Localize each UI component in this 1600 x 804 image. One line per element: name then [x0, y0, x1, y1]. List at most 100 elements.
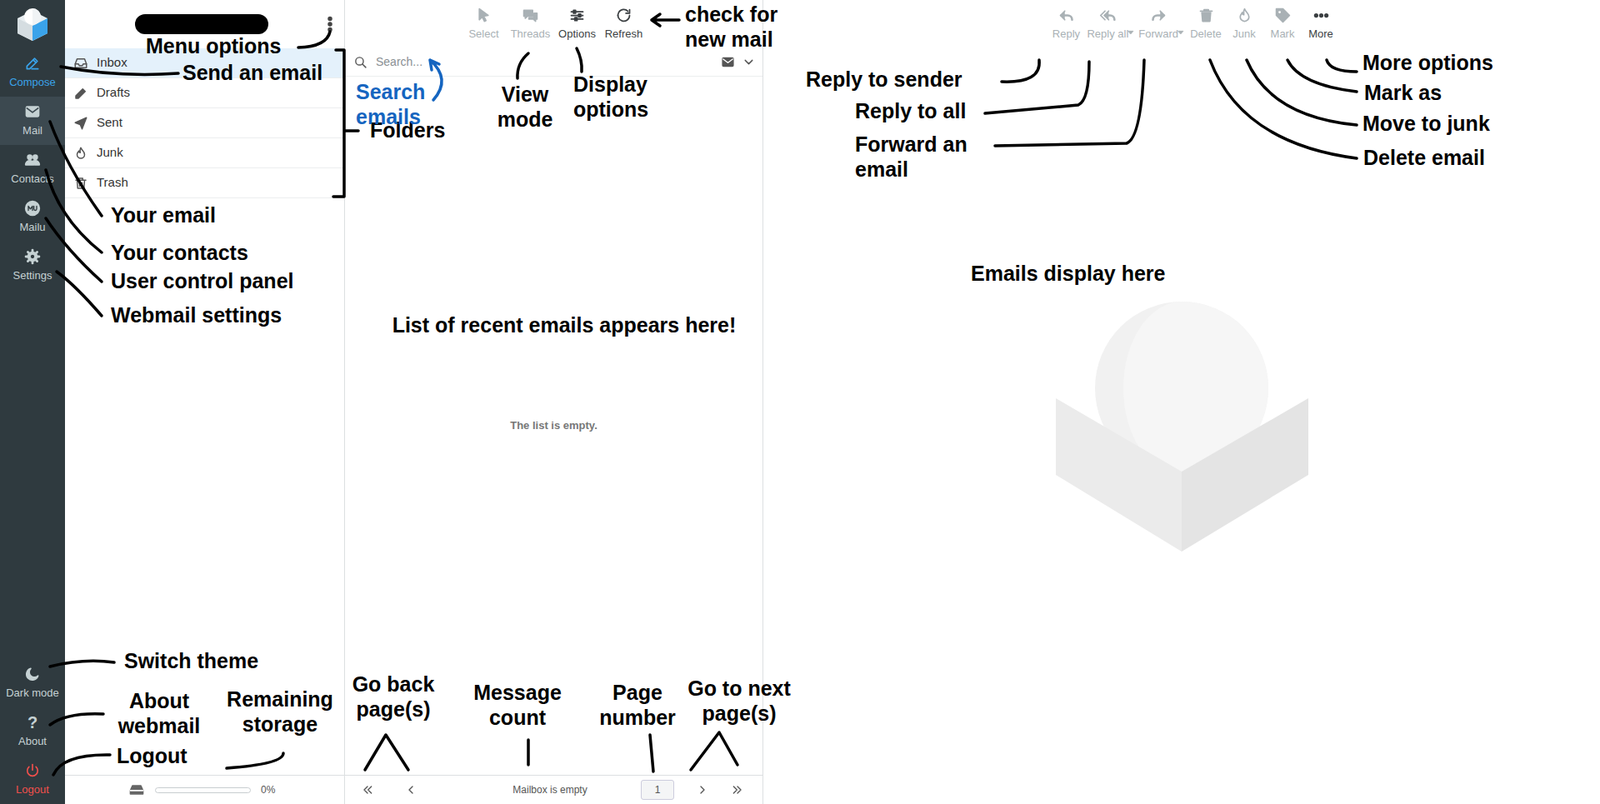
menu-item[interactable]: Mailu [0, 193, 65, 242]
folder-label: Trash [96, 173, 129, 193]
toolbar-button[interactable]: Delete [1186, 3, 1225, 46]
flame-icon [1235, 6, 1254, 25]
toolbar-group: More [1301, 3, 1340, 46]
chevron-down-icon[interactable] [741, 55, 756, 70]
menu-label: Contacts [10, 170, 54, 188]
folder-label: Junk [96, 143, 124, 163]
toolbar-button[interactable]: Forward [1136, 3, 1180, 46]
layout: Compose Mail Contacts Mailu Settings Dark mod… [0, 0, 1600, 804]
menu-item[interactable]: Contacts [0, 145, 65, 194]
annotation-label: Webmail settings [110, 302, 282, 328]
annotation-label: Move to junk [1362, 110, 1490, 136]
folder-item[interactable]: Junk [65, 138, 345, 169]
empty-mailbox-icon [1055, 301, 1309, 552]
search-input[interactable] [374, 52, 715, 72]
annotation-label: Delete email [1363, 145, 1485, 170]
toolbar-label: Threads [510, 25, 551, 43]
folder-list: Inbox Drafts Sent Junk Trash [65, 48, 345, 775]
toolbar-button[interactable]: Threads [507, 3, 555, 46]
forward-icon [1150, 6, 1168, 25]
annotation-label: check for new mail [685, 1, 823, 52]
drive-icon [128, 781, 145, 799]
toolbar-button[interactable]: Select [460, 3, 508, 46]
folder-item[interactable]: Trash [65, 168, 345, 199]
toolbar-group: Junk [1225, 3, 1264, 46]
toolbar-button[interactable]: Refresh [600, 3, 648, 46]
annotation-label: List of recent emails appears here! [390, 312, 739, 338]
folder-item[interactable]: Sent [65, 108, 345, 139]
mailu-logo-icon [24, 200, 41, 217]
paper-plane-icon [73, 115, 89, 131]
dropdown-caret-icon[interactable] [1126, 28, 1135, 37]
empty-message: The list is empty. [510, 417, 598, 435]
list-toolbar: SelectThreads Options Refresh [345, 0, 763, 49]
ellipsis-icon [1312, 6, 1330, 25]
menu-item[interactable]: ?About [0, 707, 65, 756]
annotation-label: Logout [116, 743, 188, 769]
toolbar-label: Options [558, 25, 596, 43]
left-chevron-icon[interactable] [404, 783, 418, 797]
annotation-label: Your contacts [110, 240, 249, 265]
toolbar-button[interactable]: Junk [1225, 3, 1264, 46]
menu-spacer [0, 290, 65, 660]
annotation-label: Send an email [182, 60, 323, 85]
annotation-label: Remaining storage [216, 686, 344, 737]
moon-icon [24, 665, 41, 683]
toolbar-label: Refresh [605, 25, 644, 43]
annotation-label: Go to next page(s) [675, 675, 804, 726]
toolbar-button[interactable]: Reply all [1085, 3, 1130, 46]
toolbar-label: Delete [1190, 25, 1222, 43]
dropdown-caret-icon[interactable] [1176, 28, 1185, 37]
toolbar-label: Forward [1138, 25, 1179, 43]
folder-label: Inbox [96, 53, 128, 73]
vertical-dots-icon[interactable] [320, 15, 340, 34]
inbox-icon [73, 55, 89, 71]
menu-item[interactable]: Logout [0, 755, 65, 804]
toolbar-button[interactable]: Options [554, 3, 601, 46]
toolbar-label: Junk [1232, 25, 1255, 43]
menu-item[interactable]: Compose [0, 48, 65, 97]
toolbar-label: More [1308, 25, 1334, 43]
folder-item[interactable]: Drafts [65, 78, 345, 109]
people-icon [24, 151, 41, 169]
trash-icon [1197, 6, 1215, 25]
menu-item[interactable]: Settings [0, 241, 65, 290]
folder-item[interactable]: Inbox [65, 48, 345, 79]
envelope-icon [720, 55, 735, 70]
toolbar-button[interactable]: Reply [1046, 3, 1085, 46]
main-menu: Compose Mail Contacts Mailu Settings Dark mod… [0, 0, 65, 804]
annotation-label: Forward an email [855, 131, 990, 182]
menu-label: Logout [15, 781, 50, 799]
message-count: Mailbox is empty [417, 782, 641, 798]
question-icon: ? [24, 714, 41, 731]
pager-next: 1 [640, 780, 745, 800]
pager: Mailbox is empty1 [345, 775, 763, 804]
menu-label: Mailu [19, 219, 45, 236]
annotation-label: Switch theme [124, 648, 259, 674]
toolbar-group: Reply all [1085, 3, 1137, 46]
menu-label: Compose [9, 74, 56, 91]
annotation-label: Reply to sender [805, 66, 963, 92]
menu-label: Dark mode [5, 685, 60, 702]
toolbar-button[interactable]: Mark [1263, 3, 1302, 46]
toolbar-group: Forward [1136, 3, 1187, 46]
cursor-icon [475, 6, 493, 25]
flame-icon [73, 145, 89, 161]
annotation-label: Display options [573, 71, 672, 122]
quota-track [155, 787, 251, 794]
annotation-label: Message count [461, 680, 574, 730]
menu-item[interactable]: Mail [0, 96, 65, 145]
annotation-label: Folders [370, 117, 445, 143]
page-number[interactable]: 1 [640, 780, 675, 800]
annotation-label: Page number [588, 680, 687, 730]
folder-label: Drafts [96, 83, 130, 103]
right-chevron-icon[interactable] [695, 783, 710, 797]
envelope-icon [24, 103, 41, 120]
menu-item[interactable]: Dark mode [0, 659, 65, 708]
toolbar-button[interactable]: More [1301, 3, 1340, 46]
double-left-chevron-icon[interactable] [360, 783, 375, 797]
double-right-chevron-icon[interactable] [730, 783, 745, 797]
magnifier-icon [353, 55, 368, 70]
annotation-label: More options [1362, 50, 1494, 75]
logo-icon [0, 0, 65, 49]
